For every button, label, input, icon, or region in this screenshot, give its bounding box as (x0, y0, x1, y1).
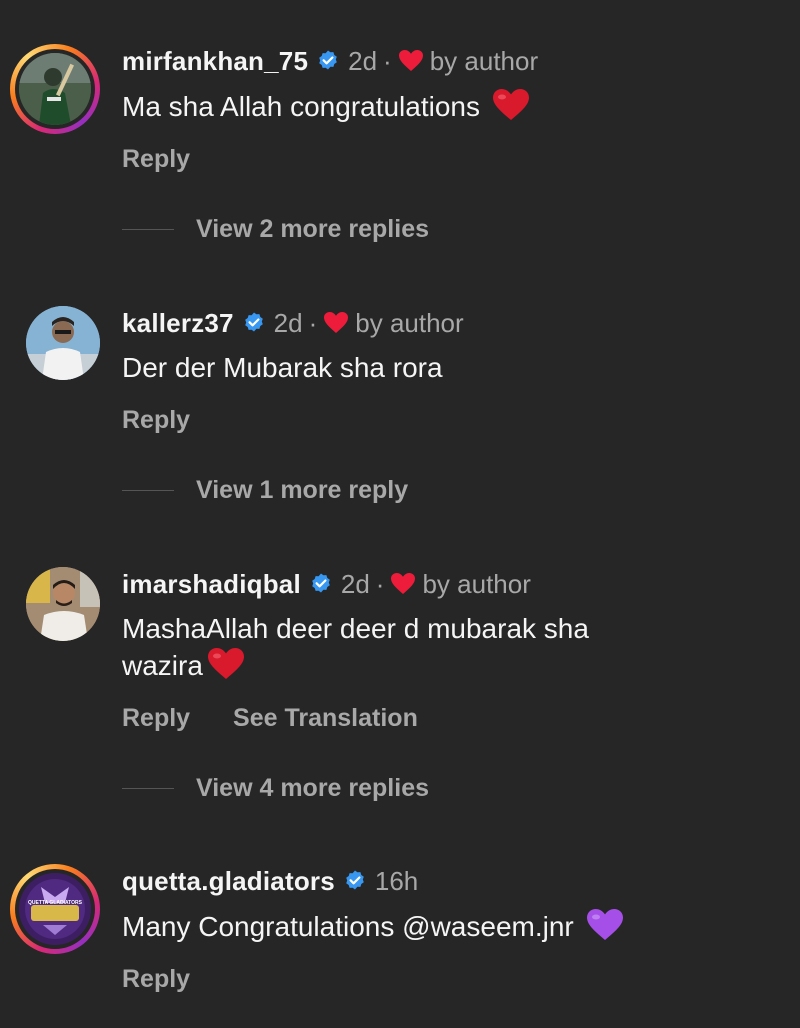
divider-line (122, 229, 174, 230)
separator-dot: · (308, 307, 318, 338)
verified-badge-icon (312, 573, 330, 593)
avatar[interactable] (26, 567, 100, 641)
reply-button[interactable]: Reply (122, 145, 190, 173)
verified-badge-icon (319, 50, 337, 70)
avatar[interactable]: QUETTA GLADIATORS (19, 873, 91, 945)
person-avatar-icon (26, 567, 100, 641)
comment-timestamp: 2d (273, 307, 303, 338)
comment-username[interactable]: quetta.gladiators (122, 866, 335, 897)
reply-button[interactable]: Reply (122, 965, 190, 993)
cricketer-avatar-icon (19, 53, 91, 125)
view-more-replies-label[interactable]: View 2 more replies (196, 215, 429, 244)
heart-icon (391, 573, 416, 594)
divider-line (122, 788, 174, 789)
separator-dot: · (383, 45, 392, 76)
heart-icon (324, 312, 349, 333)
comment-text-line: MashaAllah deer deer d mubarak sha (122, 613, 589, 644)
gladiators-logo-text: QUETTA GLADIATORS (28, 900, 83, 906)
comment-timestamp: 16h (374, 865, 419, 896)
divider-line (122, 490, 174, 491)
comment-username[interactable]: mirfankhan_75 (122, 46, 308, 77)
red-heart-emoji-icon (492, 89, 529, 120)
comment-text: Many Congratulations @waseem.jnr (122, 908, 742, 945)
comment-text: MashaAllah deer deer d mubarak sha wazir… (122, 610, 742, 684)
comment-username[interactable]: imarshadiqbal (122, 569, 301, 600)
comment-username[interactable]: kallerz37 (122, 308, 234, 339)
separator-dot: · (375, 568, 385, 599)
view-more-replies-button[interactable]: View 1 more reply (122, 476, 408, 505)
gladiators-logo-icon: QUETTA GLADIATORS (19, 873, 91, 945)
view-more-replies-label[interactable]: View 1 more reply (196, 476, 408, 505)
verified-badge-icon (244, 312, 263, 332)
reply-button[interactable]: Reply (122, 406, 190, 434)
reply-button[interactable]: Reply (122, 704, 190, 732)
avatar[interactable] (26, 306, 100, 380)
verified-badge-icon (346, 870, 364, 890)
purple-heart-emoji-icon (586, 909, 623, 940)
story-ring[interactable] (10, 44, 100, 134)
liked-by-author-label: by author (422, 568, 531, 599)
person-avatar-icon (26, 306, 100, 380)
story-ring[interactable]: QUETTA GLADIATORS (10, 864, 100, 954)
comment-timestamp: 2d (348, 45, 378, 76)
liked-by-author-label: by author (355, 307, 464, 338)
comment-timestamp: 2d (340, 568, 370, 599)
view-more-replies-button[interactable]: View 4 more replies (122, 774, 429, 803)
view-more-replies-button[interactable]: View 2 more replies (122, 215, 429, 244)
heart-icon (398, 50, 423, 71)
comment-text-line: wazira (122, 647, 742, 684)
comment-text: Ma sha Allah congratulations (122, 88, 742, 125)
comment-text: Der der Mubarak sha rora (122, 352, 443, 383)
red-heart-emoji-icon (207, 648, 244, 679)
view-more-replies-label[interactable]: View 4 more replies (196, 774, 429, 803)
avatar[interactable] (19, 53, 91, 125)
liked-by-author-label: by author (429, 45, 539, 76)
see-translation-button[interactable]: See Translation (233, 704, 418, 732)
